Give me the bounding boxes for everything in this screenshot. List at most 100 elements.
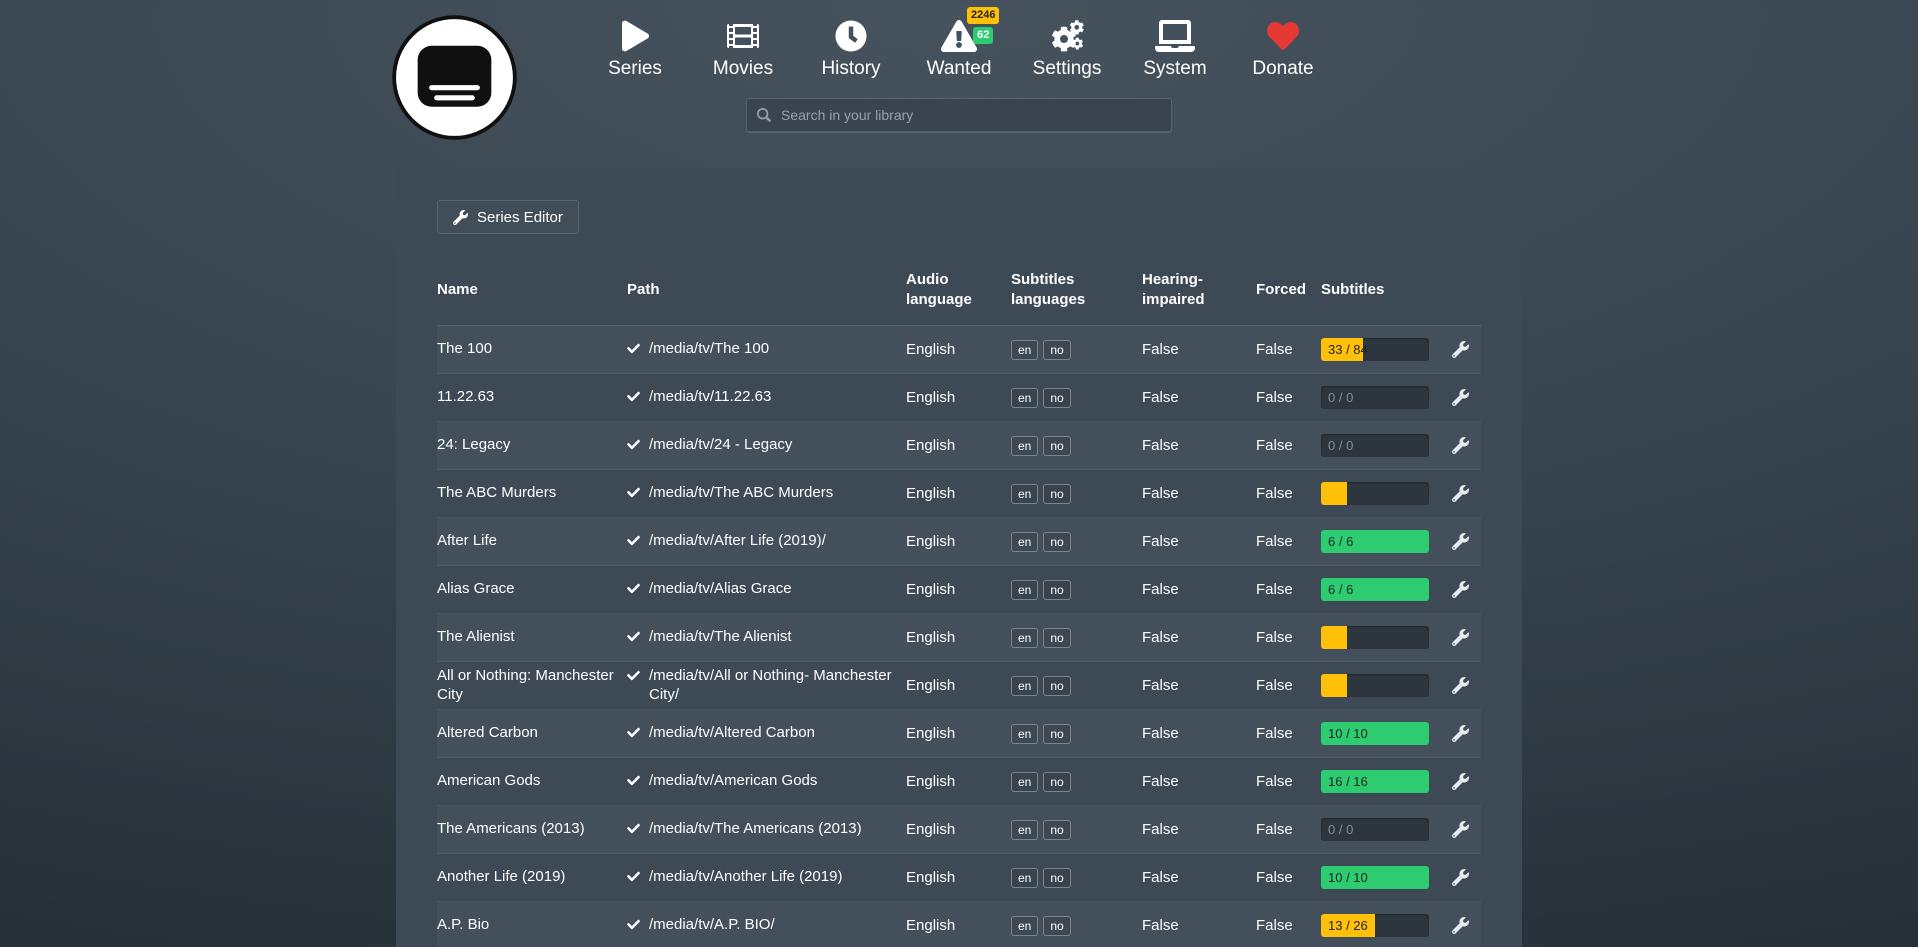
series-name-link[interactable]: Another Life (2019) <box>437 868 627 887</box>
table-row: After Life /media/tv/After Life (2019)/ … <box>437 518 1481 566</box>
main-nav: Series Movies History 2246 62 Wanted Set… <box>0 16 1918 80</box>
series-list-panel: Series Editor Name Path Audio language S… <box>396 168 1522 947</box>
check-icon <box>627 438 640 451</box>
subtitles-progress-bar <box>1321 674 1429 697</box>
subtitles-progress-bar: 0 / 0 <box>1321 818 1429 841</box>
series-name-link[interactable]: 11.22.63 <box>437 388 627 407</box>
hearing-impaired-value: False <box>1142 341 1256 358</box>
series-path: /media/tv/24 - Legacy <box>649 436 792 455</box>
bazarr-logo-icon <box>391 14 518 141</box>
series-path: /media/tv/Altered Carbon <box>649 724 815 743</box>
series-path: /media/tv/The Alienist <box>649 628 792 647</box>
series-name-link[interactable]: The 100 <box>437 340 627 359</box>
check-icon <box>627 774 640 787</box>
check-icon <box>627 486 640 499</box>
hearing-impaired-value: False <box>1142 917 1256 934</box>
film-icon <box>727 20 759 52</box>
search-input[interactable] <box>746 98 1172 132</box>
subtitles-progress-label: 33 / 84 <box>1328 338 1368 361</box>
subtitles-languages-cell: enno <box>1011 868 1142 888</box>
edit-wrench-icon[interactable] <box>1452 677 1469 694</box>
edit-wrench-icon[interactable] <box>1452 437 1469 454</box>
language-badge: en <box>1011 868 1038 888</box>
edit-wrench-icon[interactable] <box>1452 629 1469 646</box>
subtitles-progress-label: 10 / 10 <box>1328 722 1368 745</box>
hearing-impaired-value: False <box>1142 725 1256 742</box>
forced-value: False <box>1256 341 1321 358</box>
nav-item-movies[interactable]: Movies <box>701 16 785 80</box>
language-badge: en <box>1011 484 1038 504</box>
forced-value: False <box>1256 725 1321 742</box>
forced-value: False <box>1256 485 1321 502</box>
play-icon <box>622 20 649 52</box>
series-name-link[interactable]: The Americans (2013) <box>437 820 627 839</box>
subtitles-progress-label: 0 / 0 <box>1328 386 1353 409</box>
language-badge: en <box>1011 532 1038 552</box>
nav-item-series[interactable]: Series <box>593 16 677 80</box>
edit-wrench-icon[interactable] <box>1452 485 1469 502</box>
hearing-impaired-value: False <box>1142 869 1256 886</box>
series-path: /media/tv/Another Life (2019) <box>649 868 842 887</box>
language-badge: en <box>1011 436 1038 456</box>
series-path-cell: /media/tv/11.22.63 <box>627 388 906 407</box>
edit-wrench-icon[interactable] <box>1452 341 1469 358</box>
subtitles-languages-cell: enno <box>1011 916 1142 936</box>
table-body: The 100 /media/tv/The 100 English enno F… <box>437 326 1481 947</box>
check-icon <box>627 726 640 739</box>
series-path: /media/tv/The ABC Murders <box>649 484 833 503</box>
series-name-link[interactable]: All or Nothing: Manchester City <box>437 667 627 705</box>
series-name-link[interactable]: After Life <box>437 532 627 551</box>
subtitles-progress-bar: 0 / 0 <box>1321 386 1429 409</box>
check-icon <box>627 534 640 547</box>
forced-value: False <box>1256 629 1321 646</box>
table-row: American Gods /media/tv/American Gods En… <box>437 758 1481 806</box>
nav-item-donate[interactable]: Donate <box>1241 16 1325 80</box>
hearing-impaired-value: False <box>1142 773 1256 790</box>
series-name-link[interactable]: The ABC Murders <box>437 484 627 503</box>
nav-label-donate: Donate <box>1252 58 1313 80</box>
subtitles-progress-label: 6 / 6 <box>1328 530 1353 553</box>
wrench-icon <box>453 210 468 225</box>
series-name-link[interactable]: Alias Grace <box>437 580 627 599</box>
series-name-link[interactable]: Altered Carbon <box>437 724 627 743</box>
language-badge: no <box>1043 532 1070 552</box>
edit-wrench-icon[interactable] <box>1452 389 1469 406</box>
nav-item-system[interactable]: System <box>1133 16 1217 80</box>
language-badge: no <box>1043 340 1070 360</box>
table-header-audio-language: Audio language <box>906 270 1011 309</box>
subtitles-progress-bar: 33 / 84 <box>1321 338 1429 361</box>
nav-item-wanted[interactable]: 2246 62 Wanted <box>917 16 1001 80</box>
series-editor-button[interactable]: Series Editor <box>437 200 579 234</box>
series-path: /media/tv/11.22.63 <box>649 388 771 407</box>
nav-label-wanted: Wanted <box>927 58 992 80</box>
series-name-link[interactable]: 24: Legacy <box>437 436 627 455</box>
hearing-impaired-value: False <box>1142 437 1256 454</box>
series-name-link[interactable]: The Alienist <box>437 628 627 647</box>
edit-wrench-icon[interactable] <box>1452 581 1469 598</box>
app-logo[interactable] <box>391 14 518 141</box>
edit-wrench-icon[interactable] <box>1452 533 1469 550</box>
audio-language-value: English <box>906 485 1011 502</box>
language-badge: no <box>1043 580 1070 600</box>
audio-language-value: English <box>906 533 1011 550</box>
nav-label-series: Series <box>608 58 662 80</box>
series-name-link[interactable]: A.P. Bio <box>437 916 627 935</box>
edit-wrench-icon[interactable] <box>1452 869 1469 886</box>
language-badge: no <box>1043 820 1070 840</box>
subtitles-progress-bar <box>1321 482 1429 505</box>
edit-wrench-icon[interactable] <box>1452 917 1469 934</box>
edit-wrench-icon[interactable] <box>1452 725 1469 742</box>
series-path-cell: /media/tv/After Life (2019)/ <box>627 532 906 551</box>
series-name-link[interactable]: American Gods <box>437 772 627 791</box>
subtitles-progress-bar: 10 / 10 <box>1321 722 1429 745</box>
nav-item-history[interactable]: History <box>809 16 893 80</box>
series-path-cell: /media/tv/The Americans (2013) <box>627 820 906 839</box>
audio-language-value: English <box>906 773 1011 790</box>
table-row: Another Life (2019) /media/tv/Another Li… <box>437 854 1481 902</box>
edit-wrench-icon[interactable] <box>1452 773 1469 790</box>
hearing-impaired-value: False <box>1142 389 1256 406</box>
hearing-impaired-value: False <box>1142 677 1256 694</box>
nav-item-settings[interactable]: Settings <box>1025 16 1109 80</box>
forced-value: False <box>1256 773 1321 790</box>
edit-wrench-icon[interactable] <box>1452 821 1469 838</box>
